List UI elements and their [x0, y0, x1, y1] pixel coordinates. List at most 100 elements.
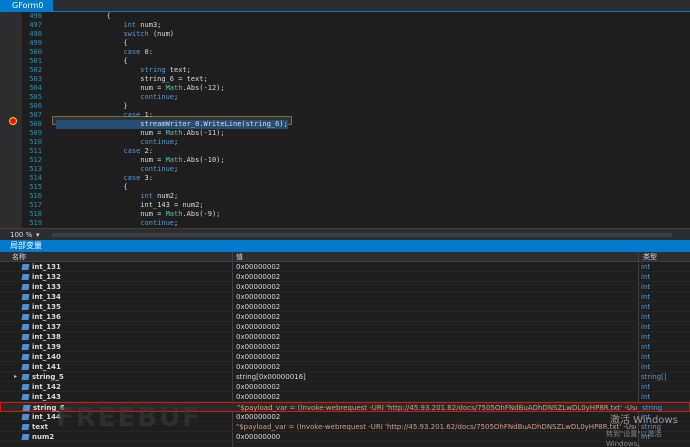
variable-value[interactable]: 0x00000002 [236, 412, 636, 422]
code-text[interactable]: switch (num) [56, 30, 174, 39]
code-line[interactable]: 505 continue; [0, 93, 690, 102]
code-line[interactable]: 506 } [0, 102, 690, 111]
code-text[interactable]: { [56, 57, 127, 66]
variable-value[interactable]: 0x00000002 [236, 392, 636, 402]
locals-row[interactable]: int_131 0x00000002 int [0, 262, 690, 272]
code-text[interactable]: num = Math.Abs(-12); [56, 84, 224, 93]
locals-row[interactable]: int_132 0x00000002 int [0, 272, 690, 282]
code-text[interactable]: { [56, 183, 127, 192]
locals-row[interactable]: int_137 0x00000002 int [0, 322, 690, 332]
code-line[interactable]: 497 int num3; [0, 21, 690, 30]
variable-value[interactable]: 0x00000000 [236, 432, 636, 442]
locals-panel-title: 局部变量 [0, 240, 690, 252]
variable-value[interactable]: 0x00000002 [236, 312, 636, 322]
code-text[interactable]: int num3; [56, 21, 161, 30]
code-line[interactable]: 515 { [0, 183, 690, 192]
code-text[interactable]: case 3: [56, 174, 153, 183]
variable-type: int [641, 293, 651, 301]
column-header-value[interactable]: 值 [236, 252, 243, 262]
code-line[interactable]: 499 { [0, 39, 690, 48]
locals-header: 名称 值 类型 [0, 252, 690, 262]
line-number: 503 [29, 75, 42, 83]
locals-row[interactable]: int_138 0x00000002 int [0, 332, 690, 342]
code-text[interactable]: string_6 = text; [56, 75, 207, 84]
field-icon [21, 324, 30, 330]
code-text[interactable]: case 2: [56, 147, 153, 156]
code-line[interactable]: 498 switch (num) [0, 30, 690, 39]
locals-row[interactable]: int_133 0x00000002 int [0, 282, 690, 292]
variable-value[interactable]: 0x00000002 [236, 322, 636, 332]
code-line[interactable]: 503 string_6 = text; [0, 75, 690, 84]
locals-row[interactable]: int_135 0x00000002 int [0, 302, 690, 312]
code-text[interactable]: streamWriter_0.WriteLine(string_6); [56, 120, 288, 129]
line-number: 518 [29, 210, 42, 218]
column-header-type[interactable]: 类型 [643, 252, 657, 262]
line-number: 500 [29, 48, 42, 56]
locals-row[interactable]: int_142 0x00000002 int [0, 382, 690, 392]
code-line[interactable]: 496 { [0, 12, 690, 21]
code-line[interactable]: 510 continue; [0, 138, 690, 147]
code-text[interactable]: string text; [56, 66, 191, 75]
locals-row[interactable]: int_139 0x00000002 int [0, 342, 690, 352]
variable-value[interactable]: 0x00000002 [236, 282, 636, 292]
code-text[interactable]: case 1: [56, 111, 153, 120]
expand-arrow-icon[interactable]: ▸ [14, 372, 20, 382]
variable-value[interactable]: 0x00000002 [236, 352, 636, 362]
code-line[interactable]: 509 num = Math.Abs(-11); [0, 129, 690, 138]
code-text[interactable]: continue; [56, 138, 178, 147]
locals-row[interactable]: int_143 0x00000002 int [0, 392, 690, 402]
code-line[interactable]: 504 num = Math.Abs(-12); [0, 84, 690, 93]
code-line[interactable]: 513 continue; [0, 165, 690, 174]
field-icon [21, 354, 30, 360]
variable-value[interactable]: 0x00000002 [236, 332, 636, 342]
code-line[interactable]: 519 continue; [0, 219, 690, 228]
locals-row[interactable]: int_136 0x00000002 int [0, 312, 690, 322]
code-line[interactable]: 516 int num2; [0, 192, 690, 201]
variable-value[interactable]: 0x00000002 [236, 272, 636, 282]
field-icon [21, 384, 30, 390]
line-number: 516 [29, 192, 42, 200]
variable-value[interactable]: 0x00000002 [236, 262, 636, 272]
variable-value[interactable]: 0x00000002 [236, 292, 636, 302]
code-text[interactable]: case 0: [56, 48, 153, 57]
locals-row[interactable]: int_141 0x00000002 int [0, 362, 690, 372]
code-text[interactable]: continue; [56, 165, 178, 174]
code-line[interactable]: 517 int_143 = num2; [0, 201, 690, 210]
code-line[interactable]: 514 case 3: [0, 174, 690, 183]
code-line[interactable]: 500 case 0: [0, 48, 690, 57]
column-header-name[interactable]: 名称 [12, 252, 26, 262]
horizontal-scrollbar[interactable] [52, 233, 672, 237]
code-text[interactable]: num = Math.Abs(-9); [56, 210, 220, 219]
code-line[interactable]: 501 { [0, 57, 690, 66]
code-text[interactable]: int_143 = num2; [56, 201, 203, 210]
variable-value[interactable]: 0x00000002 [236, 382, 636, 392]
locals-row[interactable]: int_134 0x00000002 int [0, 292, 690, 302]
code-text[interactable]: { [56, 39, 127, 48]
code-editor[interactable]: 496 {497 int num3; 498 switch (num) 499 {5… [0, 12, 690, 228]
code-text[interactable]: continue; [56, 93, 178, 102]
field-icon [21, 284, 30, 290]
variable-value[interactable]: string[0x00000016] [236, 372, 636, 382]
code-text[interactable]: } [56, 102, 127, 111]
code-line[interactable]: 507 case 1: [0, 111, 690, 120]
code-line[interactable]: 518 num = Math.Abs(-9); [0, 210, 690, 219]
freebuf-watermark: FREEBUF [56, 403, 202, 433]
code-line[interactable]: 508 streamWriter_0.WriteLine(string_6); [0, 120, 690, 129]
tab-gform0[interactable]: GForm0 [0, 0, 54, 12]
code-line[interactable]: 511 case 2: [0, 147, 690, 156]
field-icon [21, 394, 30, 400]
code-line[interactable]: 512 num = Math.Abs(-10); [0, 156, 690, 165]
code-text[interactable]: int num2; [56, 192, 178, 201]
code-text[interactable]: { [56, 12, 111, 21]
variable-value[interactable]: 0x00000002 [236, 362, 636, 372]
code-line[interactable]: 502 string text; [0, 66, 690, 75]
locals-row[interactable]: ▸ string_5 string[0x00000016] string[] [0, 372, 690, 382]
code-text[interactable]: num = Math.Abs(-11); [56, 129, 224, 138]
variable-value[interactable]: "$payload_var = (Invoke-webrequest -URI … [236, 422, 636, 432]
variable-value[interactable]: 0x00000002 [236, 342, 636, 352]
code-text[interactable]: continue; [56, 219, 178, 228]
locals-row[interactable]: num2 0x00000000 int [0, 432, 690, 442]
locals-row[interactable]: int_140 0x00000002 int [0, 352, 690, 362]
code-text[interactable]: num = Math.Abs(-10); [56, 156, 224, 165]
variable-value[interactable]: 0x00000002 [236, 302, 636, 312]
